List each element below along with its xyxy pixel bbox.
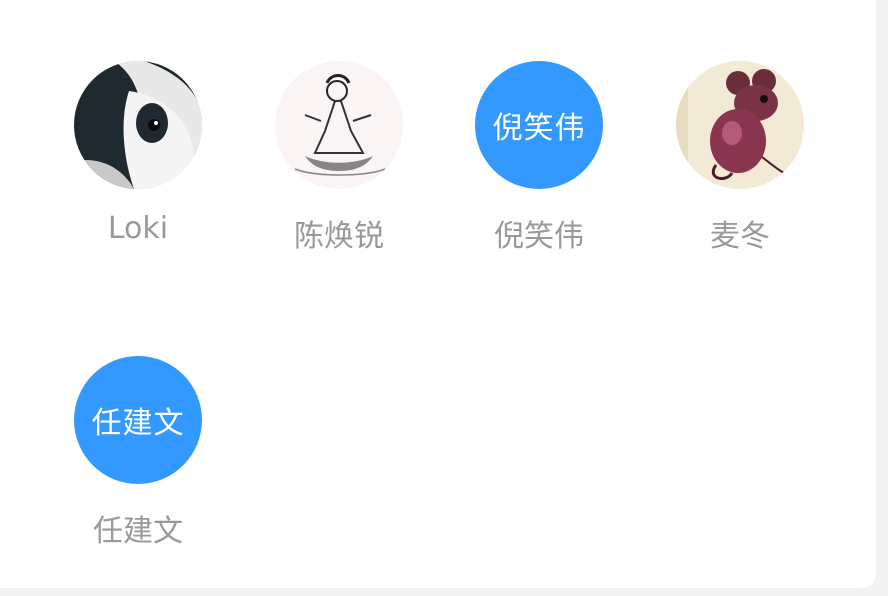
member-name: Loki	[107, 211, 169, 246]
member-item[interactable]: Loki	[48, 61, 228, 261]
member-grid-card: Loki 陈焕锐 倪笑伟 倪笑伟 麦冬 任建文 任建文	[0, 0, 876, 588]
avatar[interactable]	[275, 61, 403, 189]
member-name: 陈焕锐	[294, 219, 384, 254]
member-item[interactable]: 陈焕锐	[249, 61, 429, 261]
ink-figure-photo-icon	[275, 61, 403, 189]
rabbit-photo-icon	[74, 61, 202, 189]
member-name: 任建文	[93, 514, 183, 549]
avatar[interactable]	[676, 61, 804, 189]
member-name: 麦冬	[710, 219, 770, 254]
member-item[interactable]: 任建文 任建文	[48, 356, 228, 556]
mouse-stamp-photo-icon	[676, 61, 804, 189]
text-avatar[interactable]: 任建文	[74, 356, 202, 484]
avatar[interactable]	[74, 61, 202, 189]
member-name: 倪笑伟	[494, 219, 584, 254]
member-item[interactable]: 麦冬	[650, 61, 830, 261]
member-item[interactable]: 倪笑伟 倪笑伟	[449, 61, 629, 261]
text-avatar[interactable]: 倪笑伟	[475, 61, 603, 189]
